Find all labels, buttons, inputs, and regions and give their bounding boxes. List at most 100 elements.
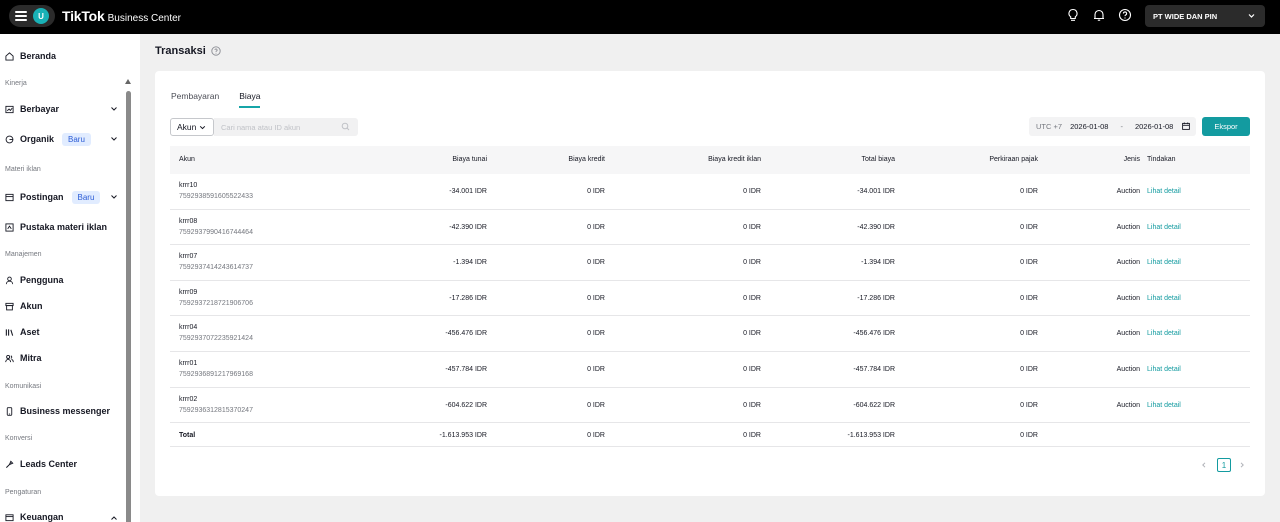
cell-biaya-kredit-iklan: 0 IDR — [743, 366, 761, 373]
account-type-select[interactable]: Akun — [170, 118, 214, 136]
cell-jenis: Auction — [1116, 223, 1140, 231]
cell-perkiraan-pajak: 0 IDR — [1020, 259, 1038, 267]
cell-biaya-tunai: -34.001 IDR — [449, 188, 487, 195]
cell-jenis: Auction — [1116, 330, 1140, 338]
chevron-up-icon[interactable] — [110, 514, 118, 522]
cell-perkiraan-pajak: 0 IDR — [1020, 330, 1038, 338]
sidebar-item-akun[interactable]: Akun — [5, 298, 43, 314]
help-icon[interactable] — [211, 46, 221, 56]
account-name: krrr09 — [179, 288, 198, 296]
bell-icon[interactable] — [1092, 8, 1106, 22]
sidebar: Beranda Kinerja Berbayar Organik Baru Ma… — [0, 34, 140, 522]
cell-akun: krrr08 7592937990416744464 — [179, 218, 253, 236]
view-detail-link[interactable]: Lihat detail — [1147, 402, 1181, 409]
cell-akun: krrr04 7592937072235921424 — [179, 324, 253, 342]
cell-biaya-kredit: 0 IDR — [587, 259, 605, 267]
sidebar-item-label: Berbayar — [20, 104, 60, 114]
view-detail-link[interactable]: Lihat detail — [1147, 259, 1181, 266]
view-detail-link[interactable]: Lihat detail — [1147, 330, 1181, 337]
view-detail-link[interactable]: Lihat detail — [1147, 295, 1181, 302]
calendar-icon — [1182, 122, 1190, 130]
table-row: krrr04 7592937072235921424 -456.476 IDR 0 I… — [170, 316, 1250, 352]
sidebar-item-aset[interactable]: Aset — [5, 324, 40, 340]
search-icon[interactable] — [341, 122, 350, 131]
leads-icon — [5, 459, 14, 468]
sidebar-item-postingan[interactable]: Postingan Baru — [5, 189, 101, 205]
cell-biaya-kredit: 0 IDR — [587, 366, 605, 373]
sidebar-item-label: Business messenger — [20, 406, 111, 416]
section-konversi: Konversi — [5, 435, 33, 442]
phone-icon — [6, 406, 13, 416]
col-perkiraan-pajak: Perkiraan pajak — [989, 156, 1038, 163]
date-range-picker[interactable]: UTC +7 2026-01-08 - 2026-01-08 — [1029, 117, 1196, 136]
table-row: krrr02 7592936312815370247 -604.622 IDR 0 I… — [170, 388, 1250, 424]
sidebar-item-label: Akun — [20, 301, 43, 311]
sidebar-item-label: Aset — [20, 327, 40, 337]
menu-button[interactable]: U — [9, 5, 55, 27]
account-id: 7592937218721906706 — [179, 299, 253, 307]
sidebar-item-mitra[interactable]: Mitra — [5, 350, 42, 366]
sidebar-item-pengguna[interactable]: Pengguna — [5, 272, 64, 288]
page-number-current[interactable]: 1 — [1217, 458, 1231, 472]
account-id: 7592937414243614737 — [179, 264, 253, 272]
view-detail-link[interactable]: Lihat detail — [1147, 224, 1181, 231]
cell-jenis: Auction — [1116, 259, 1140, 267]
section-manajemen: Manajemen — [5, 251, 42, 258]
date-start[interactable]: 2026-01-08 — [1070, 122, 1108, 131]
chevron-down-icon — [200, 125, 206, 129]
cell-total-biaya: -604.622 IDR — [853, 401, 895, 409]
search-input[interactable] — [214, 118, 358, 136]
chevron-down-icon[interactable] — [110, 105, 118, 113]
cell-biaya-kredit-iklan: 0 IDR — [743, 401, 761, 409]
sidebar-scrollbar[interactable] — [126, 91, 131, 522]
view-detail-link[interactable]: Lihat detail — [1147, 366, 1181, 373]
cell-total-biaya: -17.286 IDR — [857, 294, 895, 302]
date-end[interactable]: 2026-01-08 — [1135, 122, 1173, 131]
page-title: Transaksi — [155, 45, 221, 57]
sidebar-item-home[interactable]: Beranda — [5, 48, 56, 64]
table-row: krrr07 7592937414243614737 -1.394 IDR 0 IDR… — [170, 245, 1250, 281]
view-detail-link[interactable]: Lihat detail — [1147, 188, 1181, 195]
company-selector[interactable]: PT WIDE DAN PIN — [1145, 5, 1265, 27]
export-button[interactable]: Ekspor — [1202, 117, 1250, 136]
timezone-label: UTC +7 — [1036, 122, 1063, 131]
sidebar-item-leads[interactable]: Leads Center — [5, 456, 77, 472]
scroll-up-arrow-icon[interactable] — [125, 79, 131, 84]
col-akun: Akun — [179, 156, 195, 163]
cell-biaya-kredit-iklan: 0 IDR — [743, 188, 761, 195]
assets-icon — [5, 328, 14, 336]
cell-jenis: Auction — [1116, 294, 1140, 302]
tab-biaya[interactable]: Biaya — [239, 91, 261, 108]
wallet-icon — [5, 513, 14, 521]
sidebar-item-keuangan[interactable]: Keuangan — [5, 509, 64, 522]
sidebar-item-berbayar[interactable]: Berbayar — [5, 101, 59, 117]
account-id: 7592937072235921424 — [179, 335, 253, 343]
sidebar-item-pustaka[interactable]: Pustaka materi iklan — [5, 219, 107, 235]
sidebar-item-label: Leads Center — [20, 459, 78, 469]
account-id: 7592936891217969168 — [179, 371, 253, 378]
col-biaya-kredit-iklan: Biaya kredit iklan — [708, 156, 761, 163]
account-id: 7592937990416744464 — [179, 228, 253, 236]
sidebar-item-label: Postingan — [20, 192, 64, 202]
cell-jenis: Auction — [1116, 401, 1140, 409]
tab-pembayaran[interactable]: Pembayaran — [171, 91, 219, 108]
brand-logo[interactable]: TikTok Business Center — [62, 8, 181, 24]
account-name: krrr04 — [179, 324, 198, 332]
sidebar-item-organik[interactable]: Organik Baru — [5, 131, 91, 147]
cell-biaya-kredit: 0 IDR — [587, 223, 605, 231]
chevron-down-icon[interactable] — [110, 135, 118, 143]
prev-page-icon[interactable] — [1201, 462, 1207, 468]
next-page-icon[interactable] — [1239, 462, 1245, 468]
total-tax: 0 IDR — [1020, 432, 1038, 439]
cell-perkiraan-pajak: 0 IDR — [1020, 294, 1038, 302]
table-row: krrr08 7592937990416744464 -42.390 IDR 0 ID… — [170, 210, 1250, 246]
account-name: krrr02 — [179, 395, 198, 403]
lightbulb-icon[interactable] — [1066, 8, 1080, 22]
sidebar-item-messenger[interactable]: Business messenger — [5, 403, 110, 419]
cell-biaya-tunai: -1.394 IDR — [453, 259, 487, 267]
help-icon[interactable] — [1118, 8, 1132, 22]
chevron-down-icon[interactable] — [110, 193, 118, 201]
total-biaya: -1.613.953 IDR — [847, 432, 895, 439]
date-separator: - — [1120, 122, 1123, 131]
account-id: 7592936312815370247 — [179, 406, 253, 414]
